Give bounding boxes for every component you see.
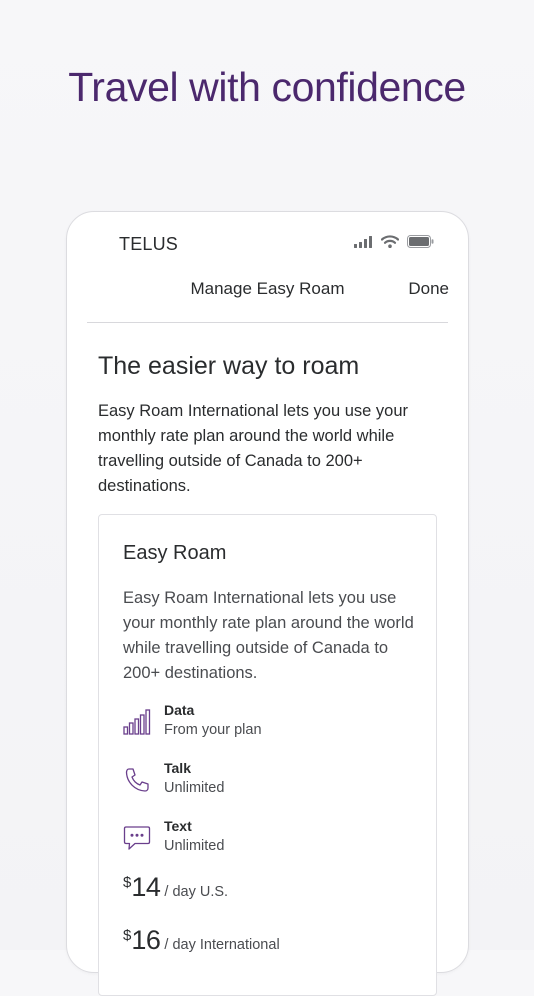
- nav-title: Manage Easy Roam: [190, 279, 345, 298]
- wifi-icon: [381, 235, 399, 248]
- done-button[interactable]: Done: [408, 279, 449, 299]
- feature-label: Text: [164, 818, 192, 834]
- price-amount: 16: [131, 925, 161, 955]
- feature-value: Unlimited: [164, 838, 225, 854]
- feature-value: Unlimited: [164, 780, 225, 796]
- section-description: Easy Roam International lets you use you…: [98, 402, 408, 495]
- feature-label: Talk: [164, 760, 191, 776]
- feature-talk: Talk Unlimited: [123, 760, 413, 808]
- phone-frame: TELUS Manage Easy Roam Done The easier w…: [66, 211, 469, 996]
- currency-symbol: $: [123, 927, 132, 944]
- carrier-name: TELUS: [119, 234, 179, 254]
- price-us: $14/ day U.S.: [123, 872, 228, 903]
- currency-symbol: $: [123, 874, 132, 891]
- feature-text: Text Unlimited: [123, 818, 413, 866]
- easy-roam-card: Easy Roam Easy Roam International lets y…: [98, 514, 437, 996]
- signal-icon: [354, 235, 373, 248]
- price-amount: 14: [131, 872, 161, 902]
- chat-bubble-icon: [123, 824, 151, 852]
- section-title: The easier way to roam: [98, 352, 360, 380]
- status-bar: TELUS: [67, 212, 468, 274]
- navigation-bar: Manage Easy Roam Done: [87, 274, 449, 323]
- feature-value: From your plan: [164, 722, 262, 738]
- feature-data: Data From your plan: [123, 702, 413, 750]
- data-bars-icon: [123, 708, 151, 736]
- card-title: Easy Roam: [123, 542, 227, 564]
- battery-icon: [407, 235, 434, 248]
- price-period: / day International: [164, 937, 280, 953]
- phone-icon: [123, 766, 151, 794]
- status-icons: [354, 235, 434, 248]
- price-period: / day U.S.: [164, 884, 229, 900]
- price-international: $16/ day International: [123, 925, 280, 956]
- card-description: Easy Roam International lets you use you…: [123, 589, 414, 682]
- headline: Travel with confidence: [68, 64, 466, 110]
- feature-label: Data: [164, 702, 195, 718]
